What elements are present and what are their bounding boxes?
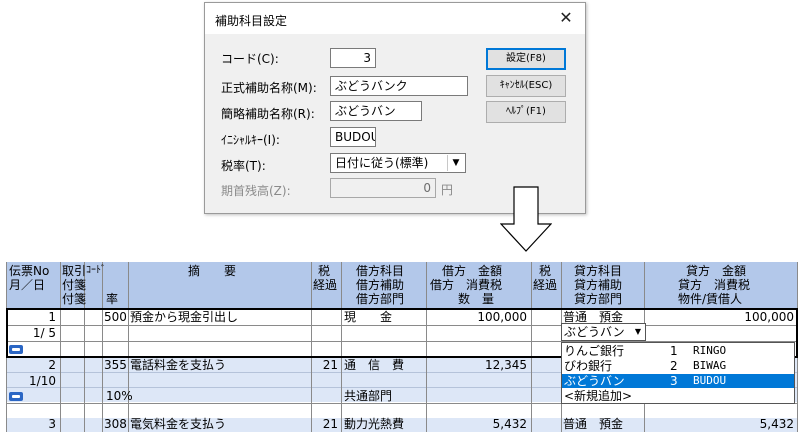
header-credit-tax: 貸方 消費税 (678, 278, 751, 292)
initial-key-input[interactable]: BUDOU (330, 127, 376, 147)
header-slip-no: 伝票No (9, 264, 50, 278)
row2-debit-dept[interactable]: 共通部門 (344, 389, 392, 403)
header-credit-dept: 貸方部門 (574, 292, 623, 306)
row2-summary[interactable]: 電話料金を支払う (130, 358, 226, 372)
initial-key-label: ｲﾆｼｬﾙｷｰ(I): (221, 133, 280, 147)
header-keito-1: 経過 (313, 278, 338, 292)
credit-sub-combo-value: ぶどうバン (564, 325, 625, 339)
row-expand-icon[interactable] (9, 392, 23, 401)
header-month-day: 月／日 (9, 278, 46, 292)
credit-sub-dropdown-list: りんご銀行 1 RINGO びわ銀行 2 BIWAG ぶどうバン 3 BUDOU… (561, 342, 795, 404)
chevron-down-icon[interactable]: ▼ (632, 325, 644, 339)
header-debit-tax: 借方 消費税 (430, 278, 503, 292)
cancel-button[interactable]: ｷｬﾝｾﾙ(ESC) (486, 75, 566, 97)
row1-credit-account[interactable]: 普通 預金 (563, 310, 623, 324)
down-arrow-icon (500, 186, 552, 252)
header-tax-2: 税 (539, 264, 552, 278)
row2-tax[interactable]: 21 (311, 358, 338, 372)
row2-code[interactable]: 355 (104, 358, 127, 372)
dropdown-option[interactable]: びわ銀行 2 BIWAG (562, 359, 794, 373)
header-debit-amount: 借方 金額 (442, 264, 503, 278)
short-name-label: 簡略補助名称(R): (221, 107, 315, 121)
row1-date[interactable]: 1/ 5 (6, 326, 56, 340)
header-fusen-2: 付箋 (62, 292, 87, 306)
row3-tax[interactable]: 21 (311, 417, 338, 431)
header-debit-dept: 借方部門 (356, 292, 405, 306)
row1-code[interactable]: 500 (104, 310, 127, 324)
row1-slip-no[interactable]: 1 (6, 310, 56, 324)
header-debit-sub: 借方補助 (356, 278, 405, 292)
row3-credit-amount[interactable]: 5,432 (644, 417, 794, 431)
close-icon[interactable]: ✕ (553, 6, 579, 30)
row3-summary[interactable]: 電気料金を支払う (130, 417, 226, 431)
tax-rate-label: 税率(T): (221, 159, 266, 173)
row2-rate[interactable]: 10% (106, 389, 133, 403)
row-expand-icon[interactable] (9, 345, 23, 354)
dialog-title: 補助科目設定 (215, 14, 288, 28)
row3-debit-amount[interactable]: 5,432 (426, 417, 527, 431)
row1-debit-amount[interactable]: 100,000 (426, 310, 527, 324)
dropdown-option-selected[interactable]: ぶどうバン 3 BUDOU (562, 374, 794, 388)
tax-rate-select[interactable]: 日付に従う(標準) ▼ (330, 153, 466, 173)
formal-name-label: 正式補助名称(M): (221, 81, 317, 95)
row3-slip-no[interactable]: 3 (6, 417, 56, 431)
dropdown-option-add-new[interactable]: <新規追加> (562, 389, 794, 403)
formal-name-input[interactable]: ぶどうバンク (330, 76, 468, 96)
header-quantity: 数 量 (458, 292, 495, 306)
header-credit-amount: 貸方 金額 (686, 264, 747, 278)
header-property: 物件/賃借人 (678, 292, 743, 306)
opening-balance-unit: 円 (441, 183, 454, 197)
row1-debit-account[interactable]: 現 金 (344, 310, 392, 324)
credit-sub-combo[interactable]: ぶどうバン ▼ (561, 323, 646, 341)
opening-balance-input[interactable]: 0 (330, 178, 436, 198)
chevron-down-icon[interactable]: ▼ (447, 155, 464, 171)
header-credit-sub: 貸方補助 (574, 278, 623, 292)
dropdown-option[interactable]: りんご銀行 1 RINGO (562, 344, 794, 358)
row1-credit-amount[interactable]: 100,000 (644, 310, 794, 324)
sub-account-settings-dialog: 補助科目設定 ✕ コード(C): 3 正式補助名称(M): ぶどうバンク 簡略補… (204, 2, 586, 214)
row3-debit-account[interactable]: 動力光熱費 (344, 417, 404, 431)
row2-date[interactable]: 1/10 (6, 374, 56, 388)
row2-debit-amount[interactable]: 12,345 (426, 358, 527, 372)
header-summary: 摘 要 (188, 264, 237, 278)
header-keito-2: 経過 (533, 278, 558, 292)
header-tax-1: 税 (318, 264, 331, 278)
header-code: ｺｰﾄﾞ (86, 265, 106, 276)
row1-summary[interactable]: 預金から現金引出し (130, 310, 238, 324)
journal-entry-grid: 伝票No 月／日 取引 付箋 付箋 ｺｰﾄﾞ 率 摘 要 税 経過 借方科目 借… (6, 262, 798, 432)
header-debit-account: 借方科目 (356, 264, 405, 278)
code-label: コード(C): (221, 52, 279, 66)
header-rate: 率 (106, 292, 119, 306)
tax-rate-value: 日付に従う(標準) (335, 156, 429, 170)
header-credit-account: 貸方科目 (574, 264, 623, 278)
header-fusen-1: 付箋 (62, 278, 87, 292)
row3-credit-account[interactable]: 普通 預金 (563, 417, 623, 431)
row3-code[interactable]: 308 (104, 417, 127, 431)
header-torihiki: 取引 (62, 264, 87, 278)
row2-debit-account[interactable]: 通 信 費 (344, 358, 404, 372)
help-button[interactable]: ﾍﾙﾌﾟ(F1) (486, 101, 566, 123)
row2-slip-no[interactable]: 2 (6, 358, 56, 372)
short-name-input[interactable]: ぶどうバン (330, 101, 422, 121)
settings-button[interactable]: 設定(F8) (486, 48, 566, 70)
code-input[interactable]: 3 (330, 48, 376, 68)
opening-balance-label: 期首残高(Z): (221, 184, 291, 198)
dialog-titlebar: 補助科目設定 ✕ (205, 3, 585, 34)
